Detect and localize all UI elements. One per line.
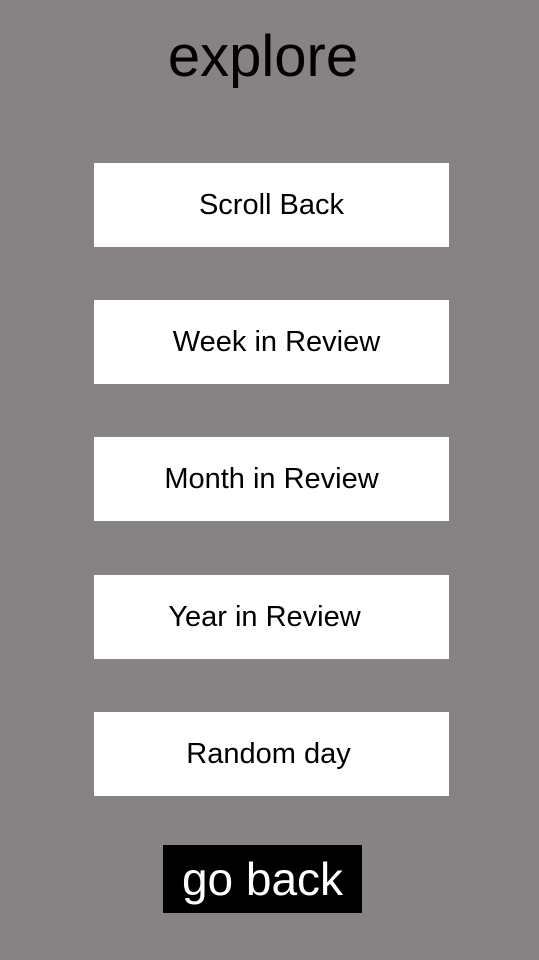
page-title: explore xyxy=(167,24,359,89)
week-in-review-button[interactable]: Week in Review xyxy=(94,300,449,384)
go-back-button[interactable]: go back xyxy=(163,845,362,913)
year-in-review-button[interactable]: Year in Review xyxy=(94,575,449,659)
random-day-button[interactable]: Random day xyxy=(94,712,449,796)
month-in-review-button[interactable]: Month in Review xyxy=(94,437,449,521)
scroll-back-button[interactable]: Scroll Back xyxy=(94,163,449,247)
